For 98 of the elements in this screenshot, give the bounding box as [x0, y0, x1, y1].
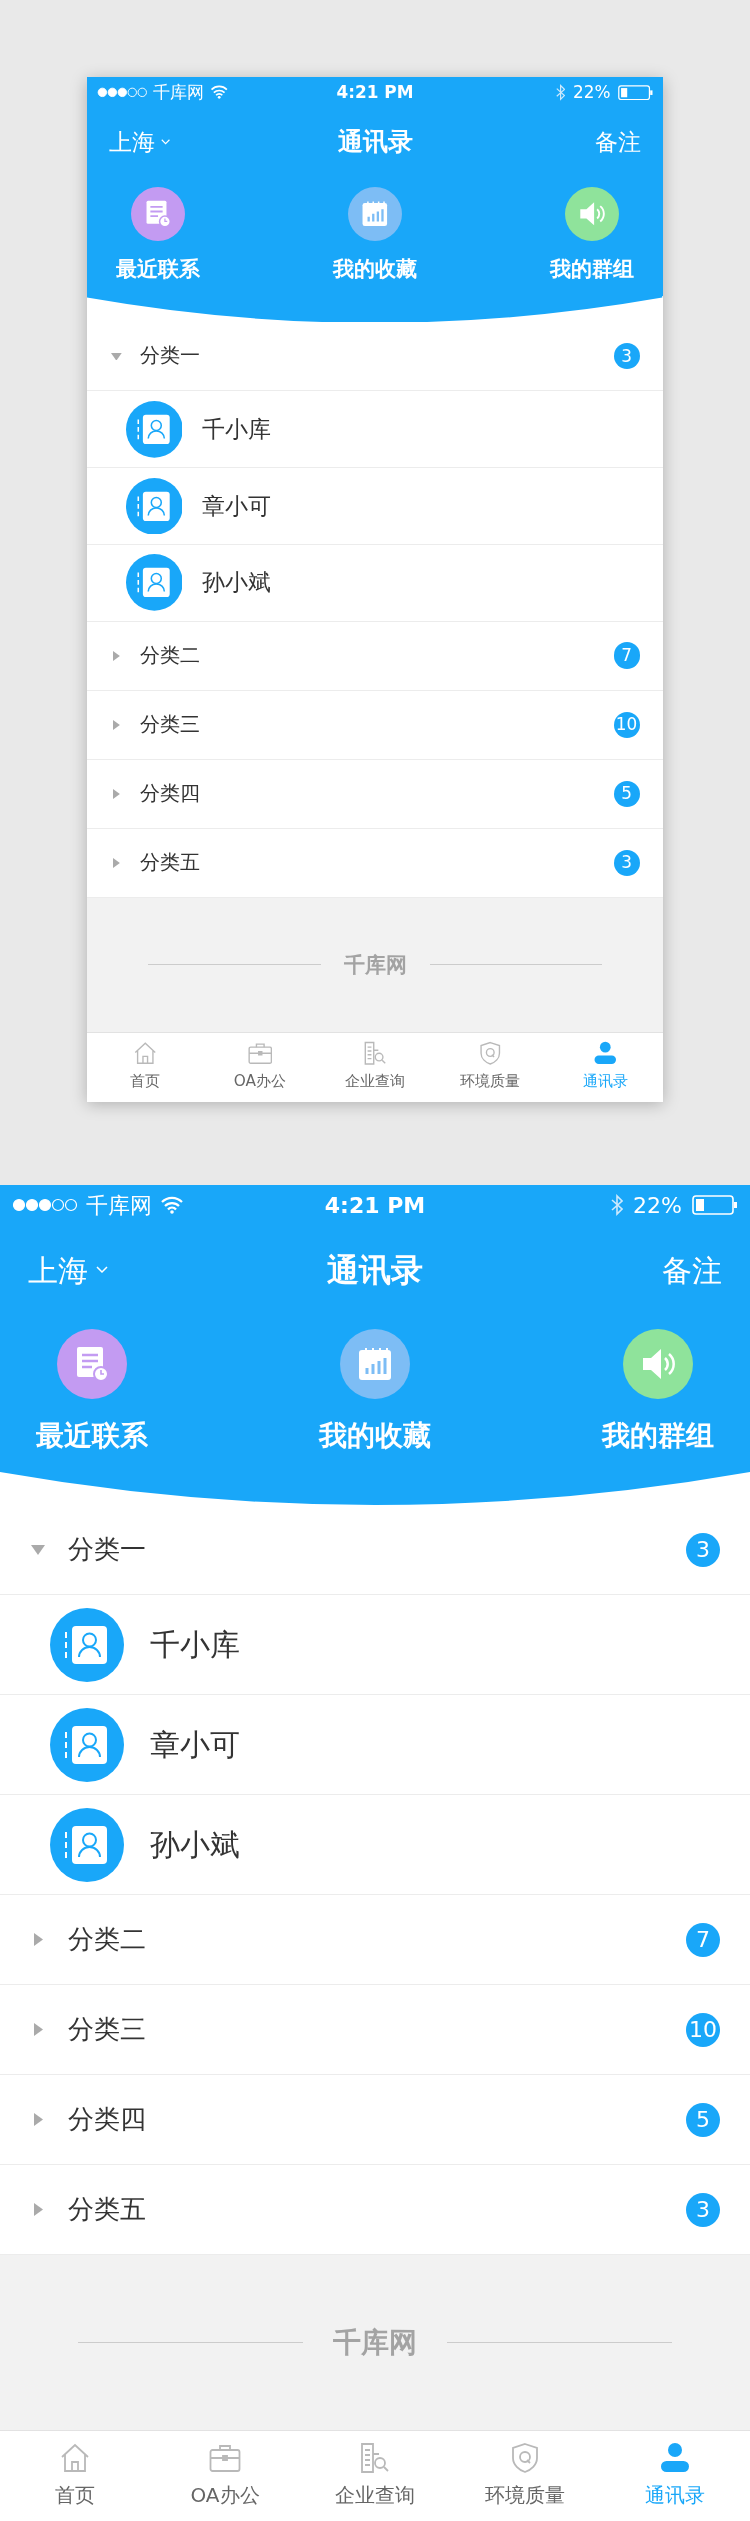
calendar-chart-icon: [361, 200, 389, 229]
page-title: 通讯录: [326, 1250, 424, 1291]
building-search-icon: [359, 2442, 391, 2474]
caret-right-icon: [33, 2023, 43, 2036]
speaker-icon: [640, 1346, 676, 1382]
category-name: 分类五: [139, 848, 200, 876]
document-clock-icon: [144, 200, 171, 229]
tab-item[interactable]: OA办公: [202, 1032, 318, 1102]
contact-row[interactable]: 千小库: [87, 391, 663, 469]
calendar-chart-icon: [357, 1346, 393, 1382]
caret-right-icon: [113, 788, 120, 799]
briefcase-icon: [209, 2442, 241, 2474]
tab-item[interactable]: 首页: [87, 1032, 203, 1102]
bluetooth-icon: [611, 1194, 624, 1216]
battery-percent: 22%: [573, 80, 611, 104]
battery-percent: 22%: [633, 1191, 682, 1220]
category-name: 分类二: [139, 641, 200, 669]
bluetooth-icon: [556, 83, 566, 101]
count-badge: 10: [686, 2012, 720, 2047]
page-title: 通讯录: [336, 125, 414, 158]
carrier-name: 千库网: [153, 80, 205, 104]
caret-right-icon: [113, 857, 120, 868]
count-badge: 3: [613, 343, 640, 370]
caret-down-icon: [31, 1544, 45, 1555]
caret-right-icon: [33, 2113, 43, 2126]
category-row[interactable]: 分类一 3: [0, 1505, 750, 1595]
contact-row[interactable]: 章小可: [87, 468, 663, 545]
contact-row[interactable]: 章小可: [0, 1695, 750, 1795]
contact-row[interactable]: 千小库: [0, 1595, 750, 1695]
contact-name: 千小库: [150, 1626, 240, 1664]
tab-item[interactable]: 企业查询: [317, 1032, 433, 1102]
contact-name: 千小库: [202, 415, 272, 445]
wifi-icon: [210, 85, 229, 100]
count-badge: 7: [613, 642, 640, 669]
category-row[interactable]: 分类一 3: [87, 322, 663, 392]
contact-avatar-icon: [125, 554, 183, 612]
category-row[interactable]: 分类三 10: [0, 1985, 750, 2075]
category-name: 分类四: [139, 779, 200, 807]
category-row[interactable]: 分类五 3: [87, 828, 663, 898]
contact-avatar-icon: [125, 477, 183, 535]
count-badge: 7: [686, 1922, 720, 1957]
category-name: 分类三: [139, 710, 200, 738]
building-search-icon: [362, 1041, 388, 1066]
count-badge: 5: [686, 2102, 720, 2137]
tab-item[interactable]: OA办公: [150, 2431, 300, 2521]
category-row[interactable]: 分类二 7: [0, 1895, 750, 1985]
caret-right-icon: [33, 1933, 43, 1946]
contact-name: 章小可: [150, 1726, 240, 1764]
category-name: 分类一: [68, 1533, 146, 1566]
tab-item[interactable]: 环境质量: [450, 2431, 600, 2521]
status-time: 4:21 PM: [323, 1191, 427, 1220]
category-name: 分类二: [68, 1923, 146, 1956]
caret-right-icon: [33, 2203, 43, 2216]
count-badge: 10: [613, 711, 640, 738]
category-row[interactable]: 分类四 5: [87, 759, 663, 829]
count-badge: 3: [686, 1532, 720, 1567]
wifi-icon: [160, 1196, 184, 1214]
tab-item[interactable]: 企业查询: [300, 2431, 450, 2521]
tab-item[interactable]: 环境质量: [432, 1032, 548, 1102]
contact-row[interactable]: 孙小斌: [0, 1795, 750, 1895]
category-name: 分类四: [68, 2103, 146, 2136]
document-clock-icon: [75, 1346, 109, 1382]
person-icon: [592, 1041, 618, 1066]
category-name: 分类三: [68, 2013, 146, 2046]
contact-name: 孙小斌: [150, 1826, 240, 1864]
contact-avatar-icon: [125, 400, 183, 458]
battery-icon: [692, 1195, 738, 1215]
status-time: 4:21 PM: [335, 80, 415, 104]
category-name: 分类一: [139, 342, 200, 370]
briefcase-icon: [247, 1041, 273, 1066]
shield-icon: [509, 2442, 541, 2474]
home-icon: [59, 2442, 91, 2474]
battery-icon: [618, 84, 654, 100]
count-badge: 3: [686, 2192, 720, 2227]
contact-avatar-icon: [50, 1807, 124, 1882]
count-badge: 5: [613, 780, 640, 807]
person-icon: [659, 2442, 691, 2474]
caret-right-icon: [113, 719, 120, 730]
footer-logo-text: 千库网: [343, 950, 407, 979]
shield-icon: [477, 1041, 503, 1066]
caret-right-icon: [113, 650, 120, 661]
contact-avatar-icon: [50, 1607, 124, 1682]
footer-logo-text: 千库网: [333, 2324, 417, 2361]
contact-name: 孙小斌: [202, 568, 272, 598]
signal-icon: [12, 1198, 78, 1212]
home-icon: [132, 1041, 158, 1066]
category-row[interactable]: 分类四 5: [0, 2075, 750, 2165]
category-row[interactable]: 分类三 10: [87, 690, 663, 760]
tab-item[interactable]: 首页: [0, 2431, 150, 2521]
category-row[interactable]: 分类二 7: [87, 621, 663, 691]
chevron-down-icon: [96, 1266, 108, 1274]
contact-avatar-icon: [50, 1707, 124, 1782]
caret-down-icon: [111, 352, 122, 361]
contact-name: 章小可: [202, 491, 272, 521]
carrier-name: 千库网: [86, 1191, 152, 1220]
contact-row[interactable]: 孙小斌: [87, 544, 663, 622]
category-name: 分类五: [68, 2193, 146, 2226]
count-badge: 3: [613, 849, 640, 876]
